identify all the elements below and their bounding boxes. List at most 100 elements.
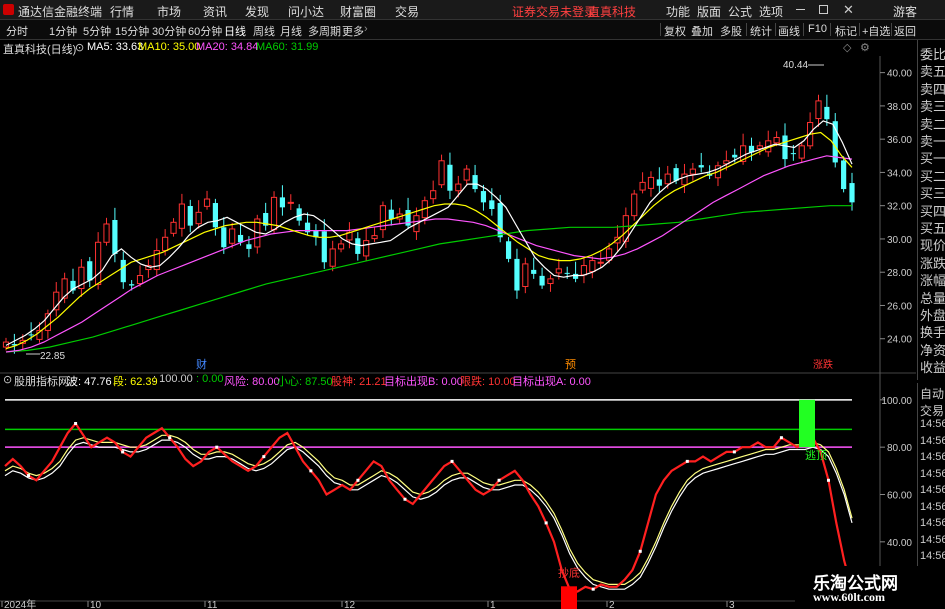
price-tick-label: 40.00 bbox=[887, 69, 912, 80]
close-icon[interactable]: ✕ bbox=[843, 2, 854, 18]
period-tab-multi[interactable]: 多周期 bbox=[308, 23, 341, 39]
ma60-label: MA60: 31.99 bbox=[256, 41, 319, 53]
add-watchlist-button[interactable]: +自选 bbox=[862, 23, 890, 39]
candle-body bbox=[53, 291, 60, 311]
price-tick-label: 34.00 bbox=[887, 168, 912, 179]
multi-stock-button[interactable]: 多股 bbox=[720, 23, 742, 39]
period-tab-30min[interactable]: 30分钟 bbox=[152, 23, 186, 39]
menu-item-ask[interactable]: 问小达 bbox=[288, 3, 324, 20]
stock-name: 直真科技 bbox=[588, 5, 637, 19]
wave-dot bbox=[638, 549, 642, 553]
trade-label: 14:56 bbox=[920, 434, 945, 447]
candle-body bbox=[363, 240, 370, 257]
wave-value: 波: 47.76 bbox=[67, 376, 112, 388]
fuquan-button[interactable]: 复权 bbox=[664, 23, 686, 39]
ma20-line bbox=[5, 155, 853, 353]
candle-body bbox=[162, 236, 169, 252]
app-title: 通达信金融终端 bbox=[18, 5, 103, 19]
candle-body bbox=[841, 160, 847, 190]
candle-body bbox=[321, 231, 327, 263]
xaxis-tick-label: 10 bbox=[90, 600, 102, 609]
kline-chart[interactable]: 24.00 26.00 28.00 30.00 32.00 34.00 36.00 38.00… bbox=[0, 56, 916, 609]
period-tab-1min[interactable]: 1分钟 bbox=[49, 23, 77, 39]
candle-body bbox=[522, 263, 529, 288]
ma5-label: MA5: 33.63 bbox=[87, 41, 144, 53]
candle-body bbox=[430, 190, 437, 200]
indicator-info-bar: ⊙ 股朋指标网 波: 47.76 段: 62.39 : 100.00 : 0.0… bbox=[0, 372, 880, 388]
trade-label: 14:56 bbox=[920, 550, 945, 562]
forecast-marker: 预 bbox=[565, 358, 576, 371]
ind-tick-label: 60.00 bbox=[887, 491, 912, 502]
candle-body bbox=[605, 248, 613, 261]
candle-body bbox=[212, 203, 219, 228]
indicator-collapse-icon[interactable]: ⊙ bbox=[3, 373, 12, 386]
candle-body bbox=[229, 228, 236, 244]
fin-marker: 财 bbox=[196, 357, 207, 371]
overlay-button[interactable]: 叠加 bbox=[691, 23, 713, 39]
trade-label: 14:56 bbox=[920, 484, 945, 496]
menu-item-formula[interactable]: 公式 bbox=[728, 3, 752, 20]
menu-item-discover[interactable]: 发现 bbox=[245, 3, 269, 20]
quote-label: 卖四 bbox=[920, 81, 945, 97]
menu-item-function[interactable]: 功能 bbox=[666, 3, 690, 20]
menu-item-wealth[interactable]: 财富圈 bbox=[340, 3, 376, 20]
period-tab-intraday[interactable]: 分时 bbox=[6, 23, 28, 39]
mark-button[interactable]: 标记 bbox=[835, 23, 857, 39]
candle-body bbox=[849, 183, 855, 203]
guest-label[interactable]: 游客 bbox=[893, 3, 917, 20]
settings-icon[interactable]: ⚙ bbox=[860, 41, 870, 54]
f10-button[interactable]: F10 bbox=[808, 23, 827, 35]
login-notice[interactable]: 证券交易未登录 bbox=[512, 3, 596, 20]
diamond-icon[interactable]: ◇ bbox=[843, 41, 851, 54]
level-100-value: : 100.00 bbox=[153, 373, 193, 385]
period-tab-60min[interactable]: 60分钟 bbox=[188, 23, 222, 39]
period-tab-monthly[interactable]: 月线 bbox=[280, 23, 302, 39]
period-toolbar: 分时 1分钟 5分钟 15分钟 30分钟 60分钟 日线 周线 月线 多周期 更… bbox=[0, 20, 945, 40]
menu-item-news[interactable]: 资讯 bbox=[203, 3, 227, 20]
trade-label: 14:56 bbox=[920, 418, 945, 430]
minimize-icon[interactable] bbox=[796, 9, 805, 10]
candle-body bbox=[564, 272, 570, 274]
ind-tick-label: 80.00 bbox=[887, 443, 912, 454]
period-tab-5min[interactable]: 5分钟 bbox=[83, 23, 111, 39]
quote-label: 卖五 bbox=[920, 64, 945, 80]
wave-dot bbox=[215, 445, 219, 449]
chevron-right-icon[interactable]: › bbox=[364, 23, 368, 35]
price-tick-label: 38.00 bbox=[887, 102, 912, 113]
menu-item-options[interactable]: 选项 bbox=[759, 3, 783, 20]
menu-item-layout[interactable]: 版面 bbox=[697, 3, 721, 20]
stats-button[interactable]: 统计 bbox=[750, 23, 772, 39]
trade-label: 14:56 bbox=[920, 451, 945, 463]
quote-label: 卖二 bbox=[920, 116, 945, 132]
trade-label: 交易 bbox=[920, 403, 945, 418]
period-tab-daily[interactable]: 日线 bbox=[224, 23, 246, 39]
quote-label: 现价 bbox=[920, 238, 945, 254]
collapse-icon[interactable]: ⊙ bbox=[75, 41, 84, 54]
candle-body bbox=[790, 153, 796, 155]
back-button[interactable]: 返回 bbox=[894, 23, 916, 39]
quote-label: 委比 bbox=[920, 47, 945, 62]
candle-body bbox=[87, 261, 93, 281]
candle-body bbox=[639, 181, 646, 191]
risk-value: 风险: 80.00 bbox=[224, 376, 280, 388]
price-tick-label: 30.00 bbox=[887, 235, 912, 246]
menu-item-quotes[interactable]: 行情 bbox=[110, 3, 134, 20]
candle-body bbox=[673, 168, 679, 181]
candle-body bbox=[371, 235, 378, 240]
indicator-name[interactable]: 股朋指标网 bbox=[14, 373, 69, 389]
maximize-icon[interactable] bbox=[819, 5, 828, 14]
menu-item-trade[interactable]: 交易 bbox=[395, 3, 419, 20]
candle-body bbox=[505, 241, 512, 259]
candle-body bbox=[698, 165, 704, 168]
careful-value: 小心: 87.50 bbox=[277, 376, 333, 388]
quote-label: 卖三 bbox=[920, 99, 945, 115]
period-tab-more[interactable]: 更多 bbox=[342, 23, 364, 39]
period-tab-weekly[interactable]: 周线 bbox=[253, 23, 275, 39]
menu-item-market[interactable]: 市场 bbox=[157, 3, 181, 20]
period-tab-15min[interactable]: 15分钟 bbox=[115, 23, 149, 39]
draw-button[interactable]: 画线 bbox=[778, 23, 800, 39]
quote-label: 买四 bbox=[920, 203, 945, 219]
xaxis-tick-label: 2024年 bbox=[4, 598, 36, 609]
candle-body bbox=[287, 201, 294, 204]
candle-body bbox=[329, 248, 336, 267]
